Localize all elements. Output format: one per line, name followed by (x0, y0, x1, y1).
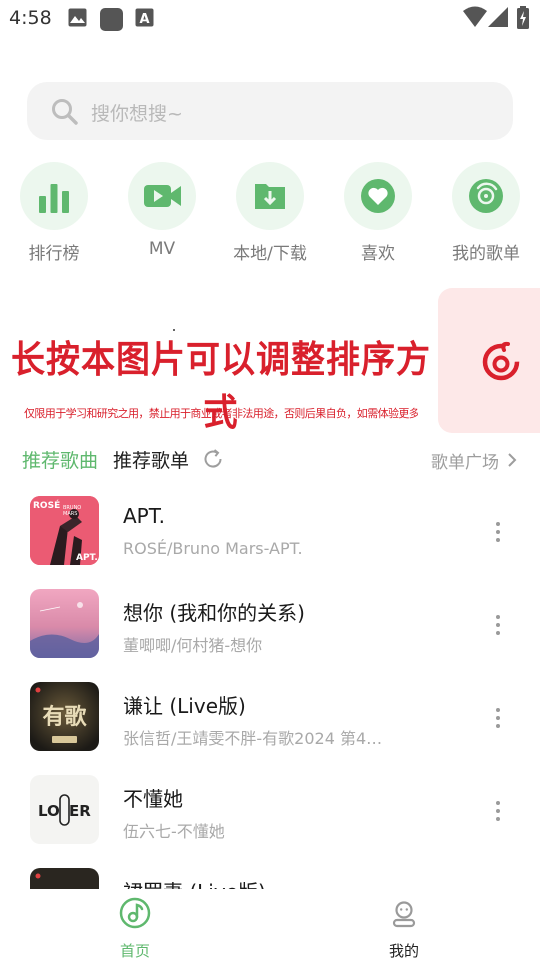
search-placeholder: 搜你想搜~ (91, 103, 183, 125)
quick-nav-my-playlist-label: 我的歌单 (452, 244, 520, 264)
song-row[interactable]: 想你 (我和你的关系) 董唧唧/何村猪-想你 (0, 589, 540, 677)
image-icon (68, 8, 87, 31)
album-cover: 有歌 (30, 682, 99, 751)
song-title: APT. (123, 504, 165, 528)
bottom-nav: 首页 我的 (0, 889, 540, 960)
tab-recommend-songs[interactable]: 推荐歌曲 (22, 446, 98, 473)
heart-icon (361, 179, 395, 213)
banner[interactable]: 长按本图片可以调整排序方式 仅限用于学习和研究之用，禁止用于商业或者非法用途，否… (0, 288, 430, 435)
netease-music-icon (482, 341, 520, 381)
svg-text:A: A (139, 12, 149, 27)
svg-text:ROSÉ: ROSÉ (33, 499, 60, 511)
app-square-icon (100, 8, 123, 35)
search-icon (51, 98, 79, 130)
tab-recommend-playlists[interactable]: 推荐歌单 (113, 446, 189, 473)
refresh-icon[interactable] (202, 448, 224, 474)
svg-text:ER: ER (69, 802, 91, 820)
quick-nav-like-label: 喜欢 (361, 244, 395, 264)
cellular-signal-icon (488, 6, 508, 32)
album-cover: LO ER (30, 775, 99, 844)
song-title: 谦让 (Live版) (123, 694, 246, 718)
font-a-icon: A (135, 8, 154, 31)
banner-next-card[interactable] (438, 288, 540, 433)
song-artist-album: 伍六七-不懂她 (123, 822, 225, 841)
like-circle (344, 162, 412, 230)
user-profile-icon (392, 901, 416, 928)
song-row[interactable]: ROSÉ BRUNO MARS APT. APT. ROSÉ/Bruno Mar… (0, 496, 540, 584)
status-bar: 4:58 A (0, 0, 540, 38)
chevron-right-icon (508, 453, 517, 467)
more-vertical-icon[interactable] (486, 702, 510, 734)
local-circle (236, 162, 304, 230)
song-row[interactable]: 有歌 谦让 (Live版) 张信哲/王靖雯不胖-有歌2024 第4… (0, 682, 540, 770)
song-artist-album: ROSÉ/Bruno Mars-APT. (123, 539, 303, 558)
album-cover (30, 868, 99, 889)
quick-nav-ranking[interactable]: 排行榜 (0, 162, 108, 266)
quick-nav-mv-label: MV (148, 239, 176, 259)
search-input[interactable]: 搜你想搜~ (27, 82, 513, 140)
nav-home[interactable]: 首页 (75, 889, 195, 960)
playlist-circle (452, 162, 520, 230)
song-artist-album: 张信哲/王靖雯不胖-有歌2024 第4… (123, 729, 383, 748)
quick-nav-local-label: 本地/下载 (233, 244, 307, 264)
playlist-square-link[interactable]: 歌单广场 (431, 448, 517, 473)
svg-text:LO: LO (38, 802, 60, 820)
song-title: 不懂她 (123, 787, 183, 811)
more-vertical-icon[interactable] (486, 795, 510, 827)
album-cover (30, 589, 99, 658)
ranking-circle (20, 162, 88, 230)
album-cover: ROSÉ BRUNO MARS APT. (30, 496, 99, 565)
quick-nav-local-download[interactable]: 本地/下载 (216, 162, 324, 266)
banner-notice: 仅限用于学习和研究之用，禁止用于商业或者非法用途，否则后果自负，如需体验更多乐趣… (24, 407, 418, 420)
song-title: 想你 (我和你的关系) (123, 601, 305, 625)
nav-mine-label: 我的 (388, 942, 419, 960)
video-camera-icon (144, 185, 181, 207)
folder-download-icon (255, 184, 285, 209)
song-row[interactable]: LO ER 不懂她 伍六七-不懂她 (0, 775, 540, 863)
music-disc-icon (119, 897, 151, 929)
quick-nav-mv[interactable]: MV (108, 162, 216, 266)
quick-nav-my-playlist[interactable]: 我的歌单 (432, 162, 540, 266)
mv-circle (128, 162, 196, 230)
bar-chart-icon (39, 184, 69, 213)
nav-mine[interactable]: 我的 (344, 889, 464, 960)
disc-icon (469, 179, 503, 213)
song-row[interactable]: 裙罢妻 (Live版) (0, 868, 540, 889)
song-artist-album: 董唧唧/何村猪-想你 (123, 636, 263, 655)
nav-home-label: 首页 (119, 942, 150, 960)
svg-text:MARS: MARS (63, 511, 77, 517)
wifi-icon (463, 6, 487, 32)
playlist-square-label: 歌单广场 (431, 453, 499, 473)
svg-text:有歌: 有歌 (42, 704, 87, 730)
battery-charging-icon (516, 6, 530, 34)
song-list: ROSÉ BRUNO MARS APT. APT. ROSÉ/Bruno Mar… (0, 490, 540, 889)
quick-nav-like[interactable]: 喜欢 (324, 162, 432, 266)
song-title: 裙罢妻 (Live版) (123, 876, 266, 889)
quick-nav-ranking-label: 排行榜 (28, 244, 80, 264)
more-vertical-icon[interactable] (486, 516, 510, 548)
svg-text:APT.: APT. (76, 553, 98, 563)
status-time: 4:58 (9, 7, 52, 29)
more-vertical-icon[interactable] (486, 609, 510, 641)
